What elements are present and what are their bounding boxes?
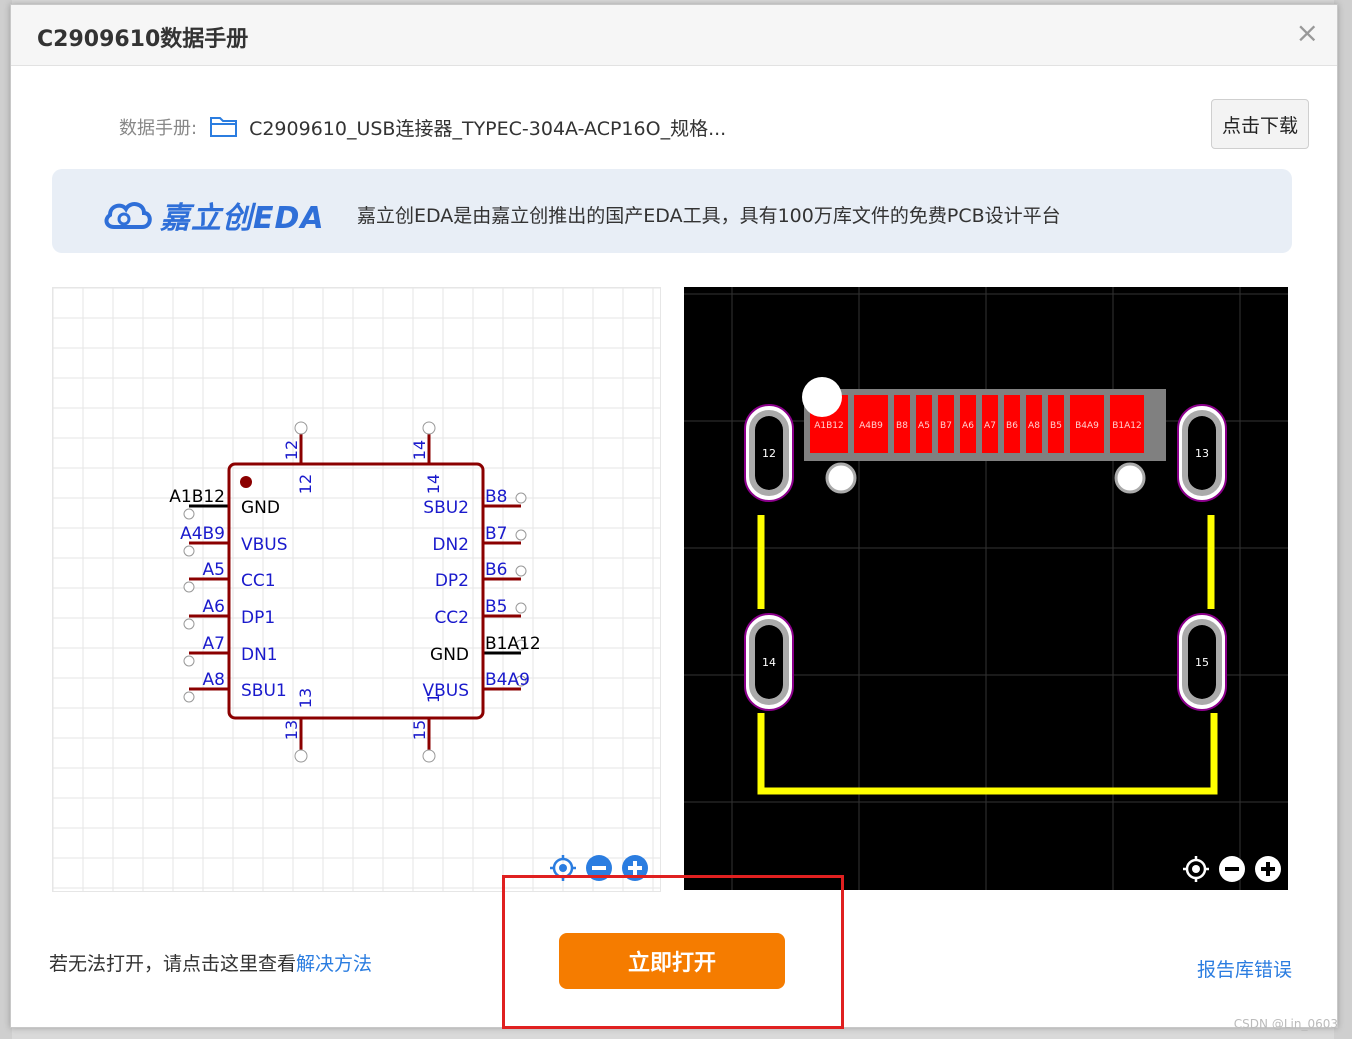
pcb-preview[interactable]: A1B12 A4B9 B8 A5 B7 A6 A7 B6 A8 B5 B4A9 B1A12 12 13 14… (684, 287, 1288, 890)
net-label: B5 (485, 597, 507, 617)
schematic-grid (53, 288, 660, 891)
dialog-titlebar: C2909610数据手册 × (11, 5, 1337, 66)
net-label: B7 (485, 524, 507, 544)
pin-name: CC2 (434, 608, 469, 628)
pad-label: A6 (962, 421, 974, 431)
pad-label: A4B9 (859, 421, 883, 431)
pin-end (183, 655, 195, 667)
dialog-title: C2909610数据手册 (37, 27, 249, 52)
pad-label: B7 (940, 421, 952, 431)
pin-end (183, 545, 195, 557)
pin-name: SBU2 (423, 498, 469, 518)
net-label: A7 (203, 634, 225, 654)
pin-name: DN2 (432, 535, 469, 555)
pin-name: SBU1 (241, 681, 287, 701)
pin-end (515, 602, 527, 614)
pin-end (515, 492, 527, 504)
net-label: A1B12 (169, 487, 225, 507)
datasheet-row: 数据手册: C2909610_USB连接器_TYPEC-304A-ACP16O_… (119, 109, 726, 145)
pin-end (183, 618, 195, 630)
net-label: A8 (203, 670, 225, 690)
pad-label: B4A9 (1075, 421, 1099, 431)
pin1-marker (240, 476, 252, 488)
locate-icon[interactable] (1182, 855, 1210, 883)
open-now-button[interactable]: 立即打开 (559, 933, 785, 989)
pcb-controls (1182, 855, 1282, 883)
pin-name: CC1 (241, 571, 276, 591)
pin-end (183, 691, 195, 703)
pin-name: VBUS (241, 535, 288, 555)
pin-number: 15 (410, 720, 429, 740)
pin-name: GND (241, 498, 280, 518)
datasheet-dialog: C2909610数据手册 × 数据手册: C2909610_USB连接器_TYP… (10, 4, 1338, 1029)
datasheet-filename[interactable]: C2909610_USB连接器_TYPEC-304A-ACP16O_规格... (249, 114, 726, 141)
hole-label: 12 (762, 447, 776, 460)
pin-name: DP1 (241, 608, 275, 628)
pin-name: GND (430, 645, 469, 665)
pcb-canvas: A1B12 A4B9 B8 A5 B7 A6 A7 B6 A8 B5 B4A9 B1A12 12 13 14… (684, 287, 1288, 890)
watermark: CSDN @Lin_0603 (1233, 1017, 1338, 1031)
pin-end (294, 421, 308, 435)
datasheet-label: 数据手册: (119, 118, 198, 139)
pin-end (294, 749, 308, 763)
pad-label: A1B12 (814, 421, 844, 431)
close-icon[interactable]: × (1296, 19, 1319, 47)
net-label: A6 (203, 597, 225, 617)
net-label: A4B9 (180, 524, 225, 544)
pin-end (515, 529, 527, 541)
zoom-in-icon[interactable] (1254, 855, 1282, 883)
pin-number: 14 (424, 474, 443, 494)
help-prefix: 若无法打开，请点击这里查看 (49, 953, 297, 975)
pin-end (422, 421, 436, 435)
report-error-link[interactable]: 报告库错误 (1197, 955, 1292, 982)
pin-end (515, 565, 527, 577)
pad-label: B6 (1006, 421, 1018, 431)
pin-name: DP2 (435, 571, 469, 591)
pin-end (422, 749, 436, 763)
pin-name: DN1 (241, 645, 278, 665)
eda-logo: 嘉立创EDA (102, 193, 325, 237)
folder-icon (210, 117, 238, 137)
net-label: B1A12 (485, 634, 541, 654)
pcb-trace (757, 515, 1218, 795)
zoom-out-icon[interactable] (1218, 855, 1246, 883)
pin-number: 1 (424, 693, 443, 703)
net-label: B6 (485, 560, 507, 580)
locating-hole (825, 462, 857, 494)
banner-text: 嘉立创EDA是由嘉立创推出的国产EDA工具，具有100万库文件的免费PCB设计平… (357, 205, 1061, 227)
solution-link[interactable]: 解决方法 (296, 953, 372, 975)
pad-label: B1A12 (1112, 421, 1142, 431)
pad-label: B8 (896, 421, 908, 431)
pin-number: 13 (296, 688, 315, 708)
pin-number: 13 (282, 720, 301, 740)
locating-hole (1114, 462, 1146, 494)
schematic-preview[interactable]: A1B12 GND A4B9 VBUS A5 CC1 A6 DP1 A7 DN1 A8 SBU1 B8 S… (52, 287, 661, 892)
hole-label: 14 (762, 656, 776, 669)
eda-banner[interactable]: 嘉立创EDA 嘉立创EDA是由嘉立创推出的国产EDA工具，具有100万库文件的免… (52, 169, 1292, 253)
pad-label: A5 (918, 421, 930, 431)
hole-label: 13 (1195, 447, 1209, 460)
pad-label: A7 (984, 421, 996, 431)
pin-end (183, 581, 195, 593)
cloud-logo-icon (104, 202, 152, 229)
net-label: B4A9 (485, 670, 530, 690)
net-label: A5 (203, 560, 225, 580)
help-text: 若无法打开，请点击这里查看解决方法 (49, 949, 372, 976)
eda-logo-text: 嘉立创EDA (160, 201, 325, 236)
pad-label: A8 (1028, 421, 1040, 431)
net-label: B8 (485, 487, 507, 507)
pin-number: 12 (282, 440, 301, 460)
schematic-canvas: A1B12 GND A4B9 VBUS A5 CC1 A6 DP1 A7 DN1 A8 SBU1 B8 S… (53, 288, 660, 891)
pin-number: 12 (296, 474, 315, 494)
pin-number: 14 (410, 440, 429, 460)
download-button[interactable]: 点击下载 (1211, 99, 1309, 149)
pin1-dot (802, 377, 842, 417)
pin-end (183, 508, 195, 520)
hole-label: 15 (1195, 656, 1209, 669)
pad-label: B5 (1050, 421, 1062, 431)
